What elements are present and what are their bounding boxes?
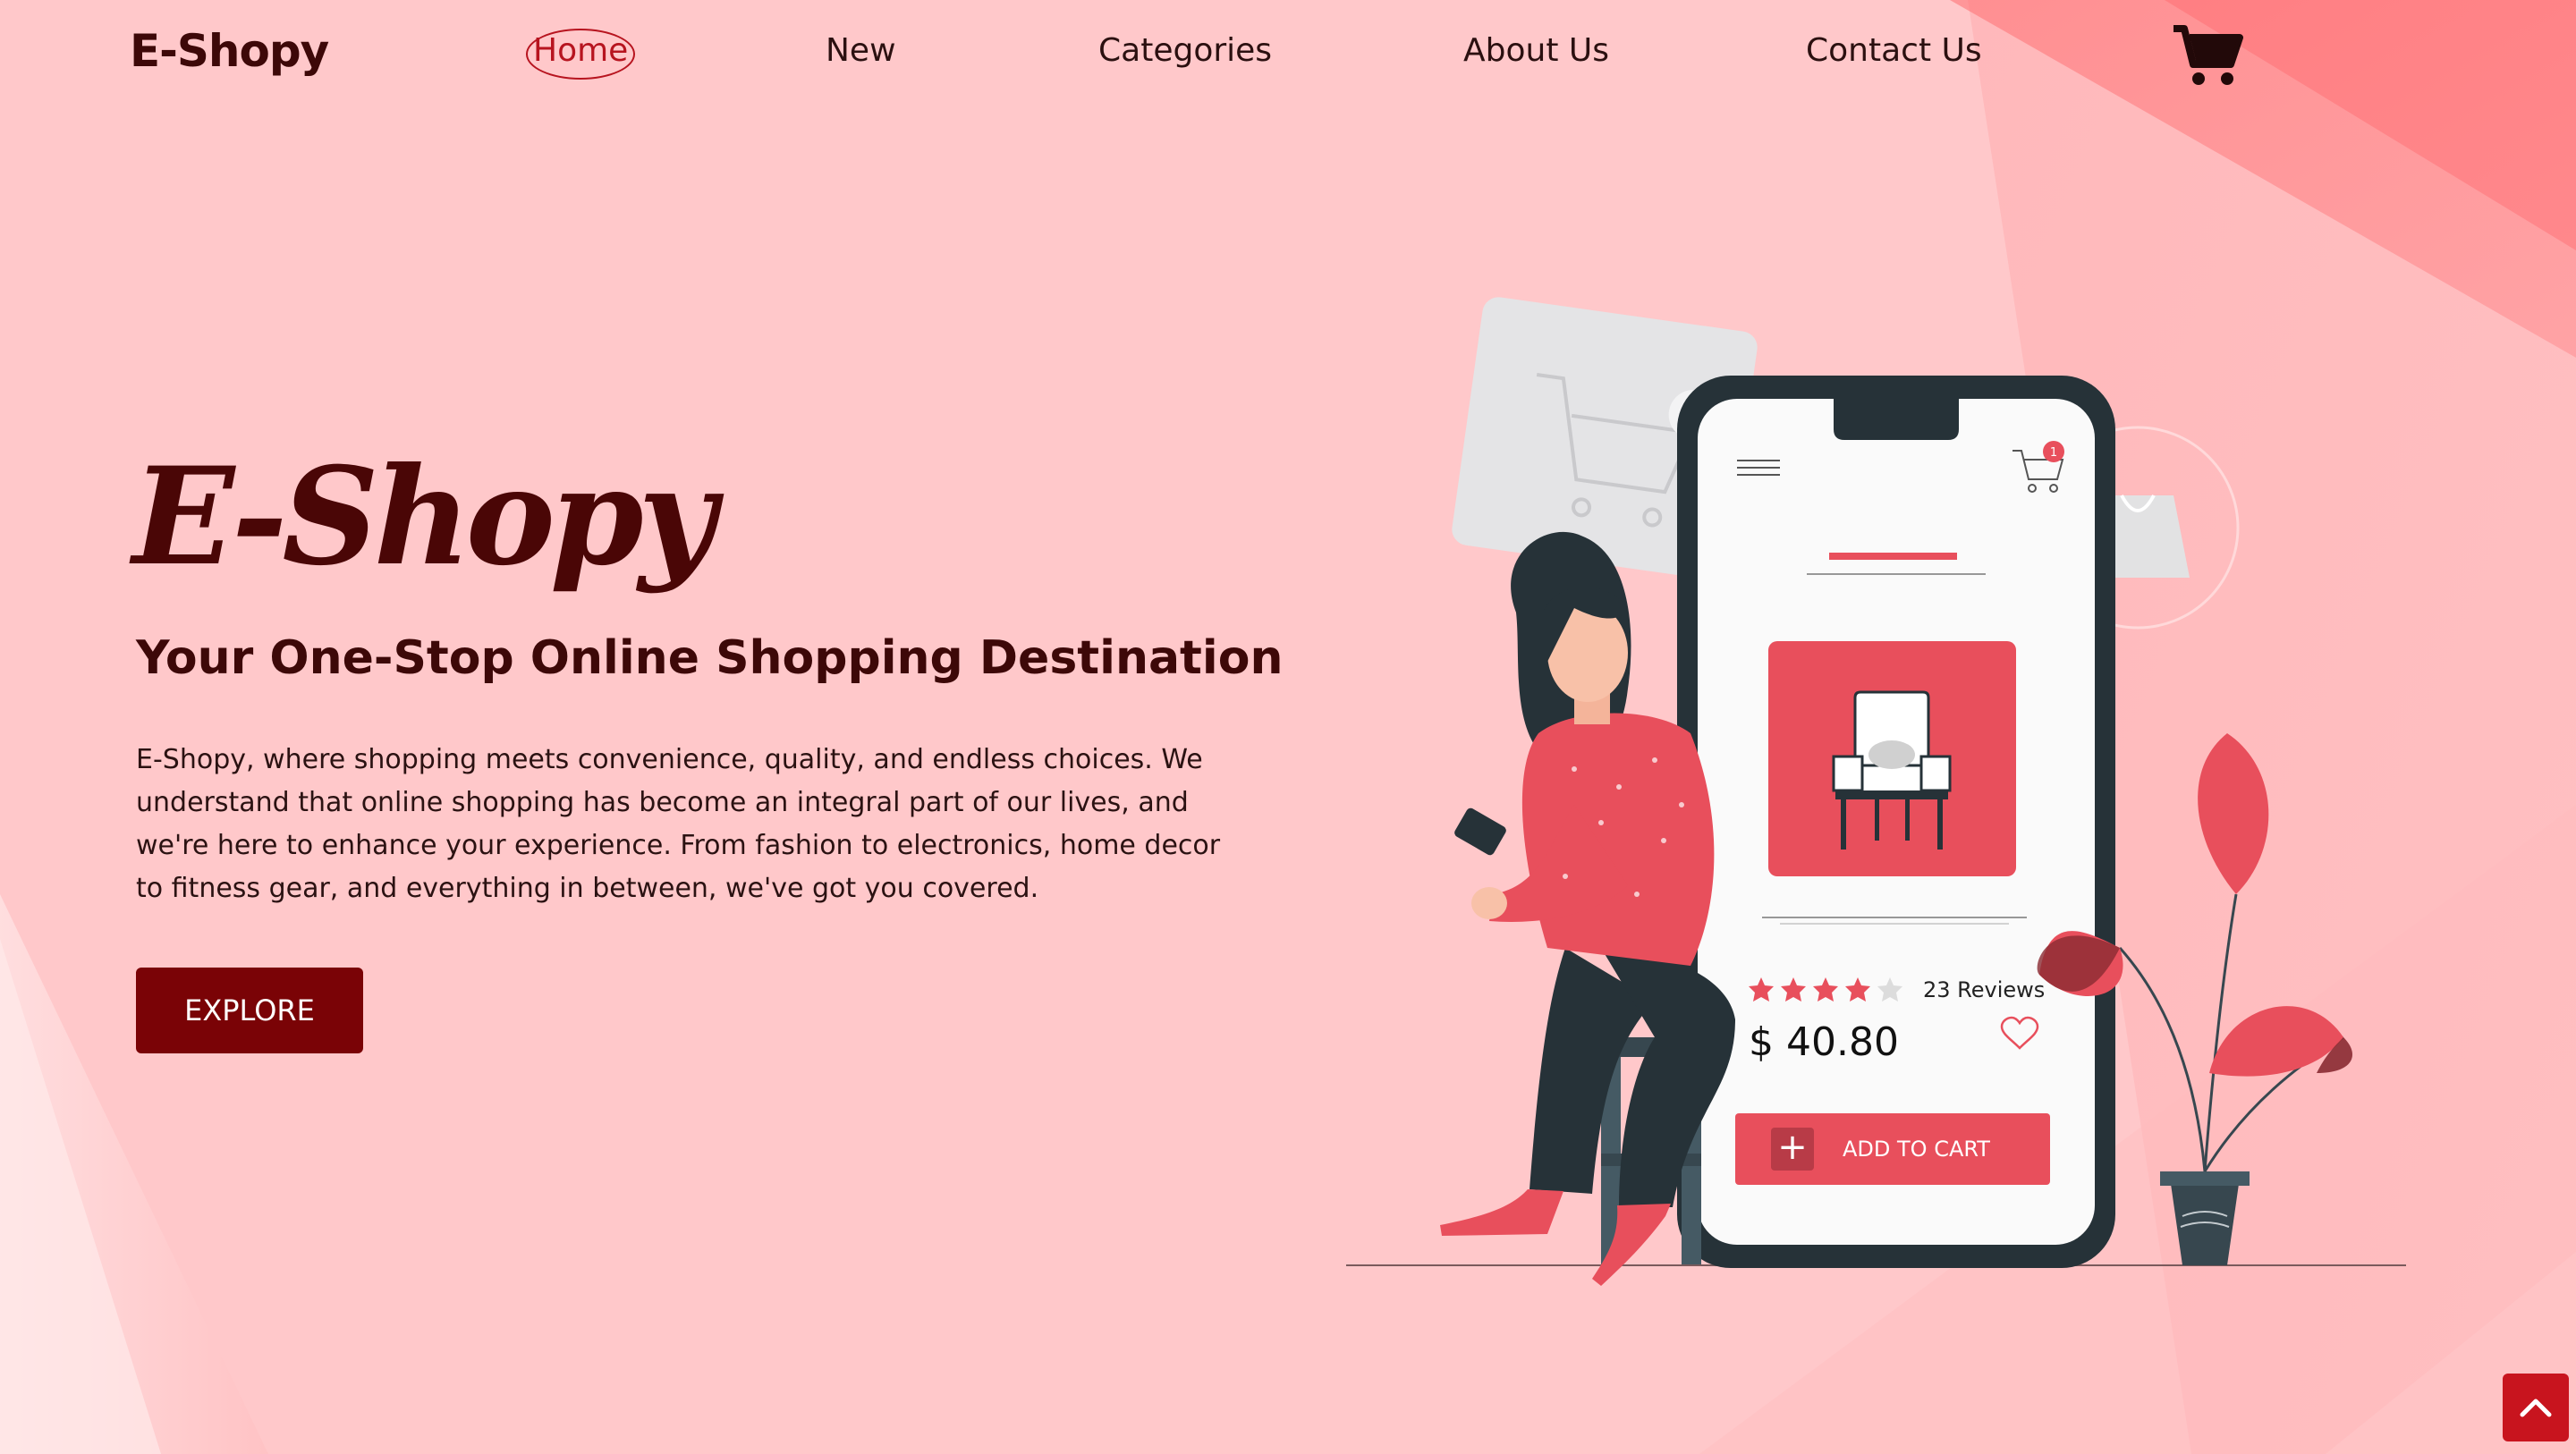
nav-new[interactable]: New <box>826 32 896 69</box>
add-to-cart-label: ADD TO CART <box>1843 1137 1990 1162</box>
shopping-cart-icon[interactable] <box>2172 23 2243 88</box>
nav-home[interactable]: Home <box>526 29 636 80</box>
nav-about-us[interactable]: About Us <box>1463 32 1609 69</box>
nav-contact-us[interactable]: Contact Us <box>1806 32 1982 69</box>
scroll-top-button[interactable] <box>2503 1374 2569 1441</box>
nav-categories-label: Categories <box>1098 32 1273 69</box>
reviews-count: 23 Reviews <box>1923 977 2046 1002</box>
nav-contact-label: Contact Us <box>1806 32 1982 69</box>
nav-about-label: About Us <box>1463 32 1609 69</box>
chevron-up-icon <box>2520 1399 2552 1417</box>
explore-button[interactable]: EXPLORE <box>136 968 363 1053</box>
nav-categories[interactable]: Categories <box>1098 32 1272 69</box>
hero-subtitle: Your One-Stop Online Shopping Destinatio… <box>136 631 1284 685</box>
add-to-cart-button[interactable]: + ADD TO CART <box>1735 1113 2050 1185</box>
plus-icon: + <box>1771 1128 1814 1171</box>
product-price: $ 40.80 <box>1749 1019 1899 1065</box>
hero-description: E-Shopy, where shopping meets convenienc… <box>136 744 1221 904</box>
cart-badge-count: 1 <box>2050 446 2057 460</box>
hero-title: E-Shopy <box>132 438 716 596</box>
nav-new-label: New <box>826 32 896 69</box>
top-navigation: E-Shopy Home New Categories About Us Con… <box>0 0 2576 107</box>
active-indicator <box>526 29 636 80</box>
brand-logo[interactable]: E-Shopy <box>130 25 329 77</box>
